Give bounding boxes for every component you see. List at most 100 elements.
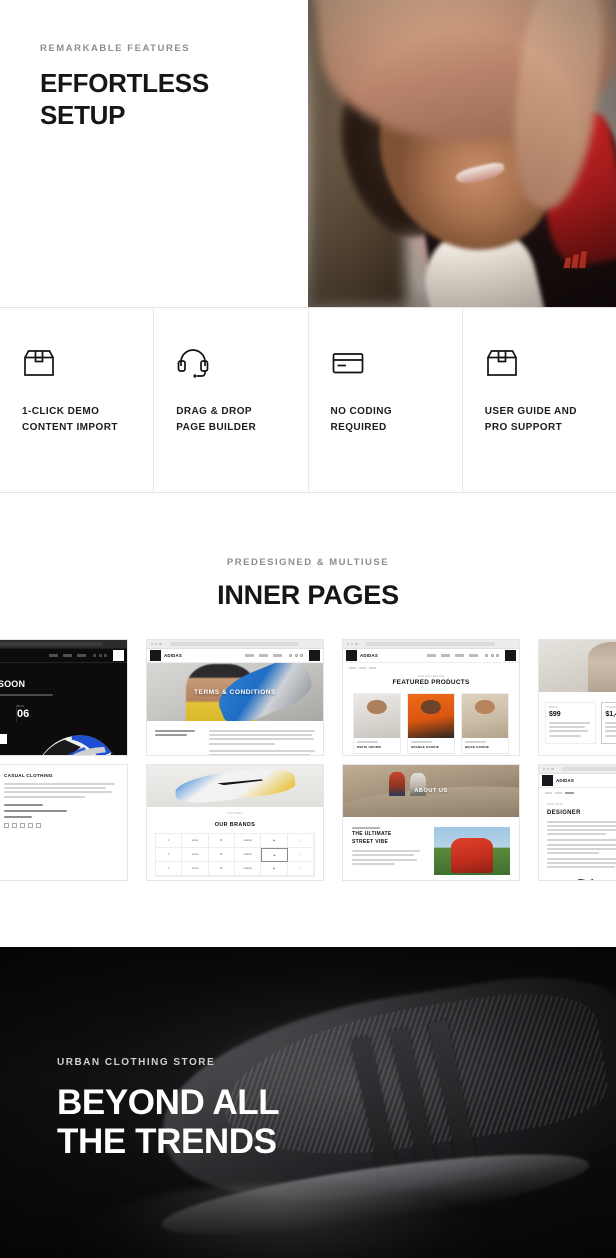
notify-button[interactable]: NOTIFY ME: [0, 733, 7, 744]
headset-icon: [176, 348, 285, 382]
product-image: [354, 693, 400, 738]
brand-cell[interactable]: reebok: [235, 834, 262, 848]
hero-section: REMARKABLE FEATURES EFFORTLESS SETUP: [0, 0, 616, 308]
feature-item-page-builder[interactable]: DRAG & DROP PAGE BUILDER: [154, 308, 309, 492]
hero-title-line2: SETUP: [40, 99, 126, 130]
browser-bar: [539, 765, 616, 774]
brand-cell[interactable]: ⟨: [287, 848, 314, 862]
brand-cell[interactable]: ⟨: [287, 834, 314, 848]
product-name: WHITE HOODIE: [357, 744, 382, 749]
dark-hero-eyebrow: URBAN CLOTHING STORE: [57, 1057, 216, 1068]
brand-logo-grid: ✳ puma ✖ reebok ◉ ⟨ ✦ puma ✖ reebok ◉ ⟨ …: [155, 833, 315, 877]
thumbnail-pricing-plans[interactable]: PRICING PLANS BASIC $99 STANDARD $1,499: [538, 639, 616, 756]
product-name: ORANGE HOODIE: [411, 744, 439, 749]
thumb-body: [147, 721, 323, 755]
thumbnail-featured-products[interactable]: ADIDAS OUR COLLECTION FEATURED PRODUCTS …: [342, 639, 520, 756]
dark-hero-title-line1: BEYOND ALL: [57, 1083, 280, 1122]
thumb-eyebrow: OUR TEAM: [547, 803, 563, 806]
dark-hero-copy: URBAN CLOTHING STORE BEYOND ALL THE TREN…: [57, 1057, 280, 1161]
site-logo: ADIDAS: [360, 653, 379, 658]
plan-tag: STANDARD: [605, 707, 616, 709]
brand-cell[interactable]: ⟨: [287, 862, 314, 876]
thumbnail-our-brands[interactable]: PARTNERS OUR BRANDS ✳ puma ✖ reebok ◉ ⟨ …: [146, 764, 324, 881]
thumb-body: OUR TEAM DESIGNER: [539, 794, 616, 880]
product-meta: WHITE HOODIE: [354, 738, 400, 753]
brand-cell[interactable]: puma: [182, 834, 209, 848]
thumb-hero-image: ABOUT US: [343, 765, 519, 817]
inner-pages-title: INNER PAGES: [217, 580, 399, 610]
site-nav: ADIDAS: [147, 649, 323, 663]
thumb-body: THE ULTIMATE STREET VIBE: [343, 817, 519, 875]
feature-item-no-coding[interactable]: NO CODING REQUIRED: [308, 308, 463, 492]
browser-bar: [0, 640, 127, 649]
thumb-eyebrow: LAUNCHING SOON: [0, 673, 127, 676]
brand-cell[interactable]: ✦: [156, 848, 183, 862]
product-card[interactable]: BEIGE HOODIE: [461, 692, 509, 754]
thumb-title: COMING SOON: [0, 679, 26, 689]
thumb-hero-image: [147, 765, 323, 807]
brand-cell[interactable]: reebok: [235, 862, 262, 876]
brand-cell-selected[interactable]: ◉: [261, 848, 288, 862]
thumb-title: OUR BRANDS: [214, 822, 256, 828]
thumb-title: FEATURED PRODUCTS: [392, 678, 470, 686]
product-meta: BEIGE HOODIE: [462, 738, 508, 753]
inner-pages-eyebrow: PREDESIGNED & MULTIUSE: [226, 557, 390, 568]
brand-cell[interactable]: puma: [182, 848, 209, 862]
brand-cell[interactable]: ✖: [208, 862, 235, 876]
thumbnail-casual-clothing[interactable]: CASUAL CLOTHING: [0, 764, 128, 881]
hero-photo: [308, 0, 616, 307]
brand-cell[interactable]: puma: [182, 862, 209, 876]
hero-title: EFFORTLESS SETUP: [40, 68, 268, 132]
thumb-eyebrow: OUR COLLECTION: [417, 674, 445, 678]
thumb-body-right: [209, 730, 315, 755]
thumbnail-row: CASUAL CLOTHING PARTNERS OUR BRANDS ✳ pu…: [0, 764, 616, 881]
thumbnail-row: LAUNCHING SOON COMING SOON DAYS 28 HOURS…: [0, 639, 616, 756]
breadcrumb: [343, 663, 519, 669]
sneaker-figure: [173, 765, 297, 806]
thumbnail-terms-conditions[interactable]: ADIDAS TERMS & CONDITIONS: [146, 639, 324, 756]
thumb-hero-image: TERMS & CONDITIONS: [147, 663, 323, 721]
thumb-title: CASUAL CLOTHING: [4, 773, 53, 778]
dark-hero-section: URBAN CLOTHING STORE BEYOND ALL THE TREN…: [0, 947, 616, 1258]
brand-cell[interactable]: ◉: [261, 862, 288, 876]
plan-price: $1,499: [605, 711, 616, 718]
feature-item-user-guide[interactable]: USER GUIDE AND PRO SUPPORT: [462, 308, 616, 492]
about-subtitle: THE ULTIMATE STREET VIBE: [352, 831, 392, 845]
hero-text-panel: REMARKABLE FEATURES EFFORTLESS SETUP: [0, 0, 308, 307]
feature-item-demo-import[interactable]: 1-CLICK DEMO CONTENT IMPORT: [0, 308, 155, 492]
model-figure: [588, 642, 616, 692]
box-icon: [485, 348, 594, 382]
brand-cell[interactable]: ✳: [156, 834, 183, 848]
thumb-title: TERMS & CONDITIONS: [194, 688, 276, 696]
product-meta: ORANGE HOODIE: [408, 738, 454, 753]
product-card[interactable]: ORANGE HOODIE: [407, 692, 455, 754]
pricing-plan-card[interactable]: STANDARD $1,499: [601, 702, 616, 744]
feature-label: USER GUIDE AND PRO SUPPORT: [484, 406, 577, 434]
thumbnail-about-us[interactable]: ABOUT US THE ULTIMATE STREET VIBE: [342, 764, 520, 881]
thumb-body-left: THE ULTIMATE STREET VIBE: [352, 827, 426, 875]
product-image: [408, 693, 454, 738]
product-image: [462, 693, 508, 738]
thumbnail-designer[interactable]: ADIDAS OUR TEAM DESIGNER: [538, 764, 616, 881]
feature-label: 1-CLICK DEMO CONTENT IMPORT: [22, 406, 118, 434]
red-jacket: [450, 837, 494, 874]
feature-label: DRAG & DROP PAGE BUILDER: [176, 406, 257, 434]
site-nav: [0, 649, 127, 663]
pricing-plan-card[interactable]: BASIC $99: [545, 702, 597, 744]
brand-cell[interactable]: ◉: [261, 834, 288, 848]
site-nav: ADIDAS: [343, 649, 519, 663]
about-image: [434, 827, 510, 875]
thumb-body-left: [155, 730, 201, 755]
thumbnail-coming-soon[interactable]: LAUNCHING SOON COMING SOON DAYS 28 HOURS…: [0, 639, 128, 756]
brand-cell[interactable]: ✖: [208, 848, 235, 862]
thumb-title: ABOUT US: [414, 788, 448, 794]
brand-cell[interactable]: ✳: [156, 862, 183, 876]
dark-hero-title-line2: THE TRENDS: [57, 1121, 277, 1161]
product-card[interactable]: WHITE HOODIE: [353, 692, 401, 754]
brand-cell[interactable]: ✖: [208, 834, 235, 848]
site-logo: ADIDAS: [556, 778, 575, 783]
product-name: BEIGE HOODIE: [465, 744, 490, 749]
brand-cell[interactable]: reebok: [235, 848, 262, 862]
plan-tag: BASIC: [549, 707, 558, 709]
hero-photo-vignette: [308, 0, 616, 307]
